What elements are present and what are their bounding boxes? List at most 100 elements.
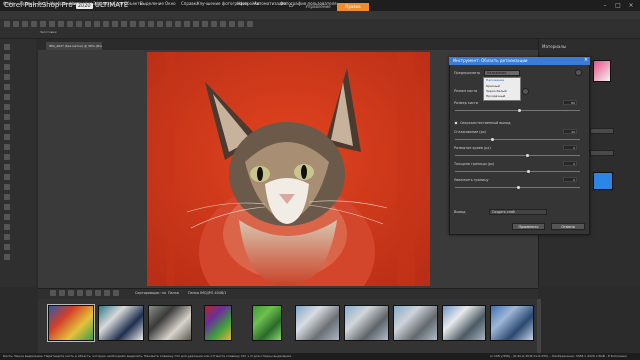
menu-item[interactable]: Выделение	[140, 1, 164, 6]
menu-item[interactable]: Окно	[165, 1, 176, 6]
tool-icon[interactable]	[4, 44, 10, 50]
organizer-tool-icon[interactable]	[77, 290, 83, 296]
menu-item[interactable]: Файл	[3, 1, 14, 6]
brush-size-value[interactable]: 80	[563, 100, 577, 105]
tool-icon[interactable]	[4, 234, 10, 240]
thumb-portrait[interactable]	[148, 305, 192, 341]
tool-icon[interactable]	[4, 94, 10, 100]
brush-size-slider-knob[interactable]	[518, 109, 521, 112]
organizer-tool-icon[interactable]	[50, 290, 56, 296]
toolbar-icon[interactable]	[22, 21, 28, 27]
toolbar-icon[interactable]	[238, 21, 244, 27]
border-width-slider-knob[interactable]	[527, 170, 530, 173]
expand-slider-knob[interactable]	[517, 186, 520, 189]
tool-icon[interactable]	[4, 174, 10, 180]
blur-edges-slider[interactable]	[455, 155, 580, 156]
toolbar-icon[interactable]	[112, 21, 118, 27]
tool-icon[interactable]	[4, 214, 10, 220]
document-tab[interactable]: IMG_4027 (без метки) @ 36% (Фон)	[46, 42, 102, 50]
layer-row[interactable]	[590, 150, 614, 156]
menu-item[interactable]: Слои	[113, 1, 123, 6]
thumb-tiles[interactable]	[98, 305, 144, 341]
eye-icon[interactable]	[575, 69, 582, 76]
thumb-panorama-3[interactable]	[393, 305, 438, 341]
minimize-icon[interactable]: –	[601, 2, 609, 9]
organizer-folder-label[interactable]: Папка	[168, 291, 179, 295]
tool-icon[interactable]	[4, 104, 10, 110]
image-canvas[interactable]	[147, 52, 430, 286]
toolbar-icon[interactable]	[148, 21, 154, 27]
thumb-fruits[interactable]	[204, 305, 232, 341]
toolbar-icon[interactable]	[202, 21, 208, 27]
cancel-button[interactable]: Отмена	[551, 223, 585, 230]
tool-icon[interactable]	[4, 114, 10, 120]
toolbar-icon[interactable]	[166, 21, 172, 27]
thumb-city[interactable]	[490, 305, 534, 341]
dropdown-option[interactable]: Наложение	[486, 78, 504, 82]
preview-select[interactable]: Наложение	[484, 70, 520, 76]
smooth-value[interactable]: 30	[563, 129, 577, 134]
organizer-tool-icon[interactable]	[104, 290, 110, 296]
border-width-slider[interactable]	[455, 171, 580, 172]
tool-icon[interactable]	[4, 64, 10, 70]
organizer-tool-icon[interactable]	[59, 290, 65, 296]
toolbar-icon[interactable]	[193, 21, 199, 27]
tool-icon[interactable]	[4, 74, 10, 80]
layer-row[interactable]	[590, 128, 614, 134]
toolbar-icon[interactable]	[211, 21, 217, 27]
dropdown-option[interactable]: Прозрачный	[486, 94, 505, 98]
tool-icon[interactable]	[4, 84, 10, 90]
toolbar-icon[interactable]	[103, 21, 109, 27]
layer-thumbnail[interactable]	[593, 172, 613, 190]
color-swatch[interactable]	[593, 60, 611, 82]
thumb-mountain[interactable]	[442, 305, 486, 341]
toolbar-icon[interactable]	[94, 21, 100, 27]
tool-icon[interactable]	[4, 154, 10, 160]
filmstrip-scrollbar[interactable]	[537, 299, 541, 353]
toolbar-icon[interactable]	[157, 21, 163, 27]
organizer-tool-icon[interactable]	[113, 290, 119, 296]
smooth-slider[interactable]	[455, 139, 580, 140]
tool-icon[interactable]	[4, 184, 10, 190]
thumb-leaves[interactable]	[252, 305, 282, 341]
toolbar-icon[interactable]	[85, 21, 91, 27]
thumb-panorama-1[interactable]	[295, 305, 340, 341]
menu-item[interactable]: Правка	[20, 1, 35, 6]
tool-icon[interactable]	[4, 54, 10, 60]
organizer-tool-icon[interactable]	[95, 290, 101, 296]
toolbar-icon[interactable]	[121, 21, 127, 27]
dropdown-option[interactable]: Красный	[486, 84, 500, 88]
menu-item[interactable]: Настройка	[70, 1, 92, 6]
toolbar-icon[interactable]	[49, 21, 55, 27]
close-window-icon[interactable]: ×	[627, 2, 635, 9]
toolbar-icon[interactable]	[184, 21, 190, 27]
expand-value[interactable]: 0	[563, 177, 577, 182]
menu-item[interactable]: Справка	[181, 1, 199, 6]
tool-icon[interactable]	[4, 224, 10, 230]
tab-edit[interactable]: Правка	[337, 3, 369, 11]
toolbar-icon[interactable]	[139, 21, 145, 27]
toolbar-icon[interactable]	[175, 21, 181, 27]
toolbar-icon[interactable]	[220, 21, 226, 27]
maximize-icon[interactable]: □	[614, 2, 622, 9]
organizer-tool-icon[interactable]	[86, 290, 92, 296]
toolbar-icon[interactable]	[40, 21, 46, 27]
close-icon[interactable]: ×	[582, 57, 590, 65]
toolbar-icon[interactable]	[4, 21, 10, 27]
tool-icon[interactable]	[4, 244, 10, 250]
toolbar-icon[interactable]	[58, 21, 64, 27]
menu-item[interactable]: Эффекты	[93, 1, 113, 6]
toolbar-icon[interactable]	[31, 21, 37, 27]
tool-icon[interactable]	[4, 254, 10, 260]
tool-icon[interactable]	[4, 164, 10, 170]
blur-edges-value[interactable]: 2	[563, 145, 577, 150]
toolbar-icon[interactable]	[67, 21, 73, 27]
apply-button[interactable]: Применить	[512, 223, 545, 230]
toolbar-icon[interactable]	[247, 21, 253, 27]
tool-icon[interactable]	[4, 194, 10, 200]
tool-icon[interactable]	[4, 144, 10, 150]
toolbar-icon[interactable]	[13, 21, 19, 27]
toolbar-icon[interactable]	[130, 21, 136, 27]
toolbar-icon[interactable]	[76, 21, 82, 27]
tool-icon[interactable]	[4, 134, 10, 140]
